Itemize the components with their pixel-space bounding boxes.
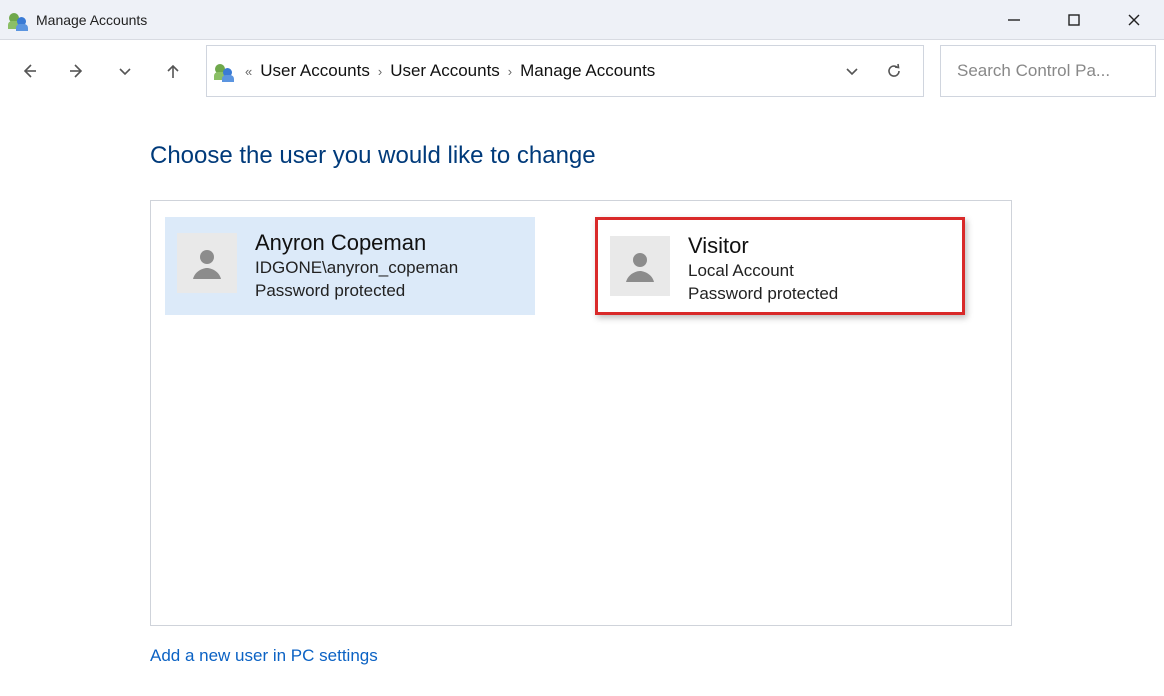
breadcrumb[interactable]: « User Accounts › User Accounts › Manage… xyxy=(206,45,924,97)
breadcrumb-root-chevron[interactable]: « xyxy=(237,64,260,79)
toolbar: « User Accounts › User Accounts › Manage… xyxy=(0,40,1164,102)
maximize-button[interactable] xyxy=(1044,0,1104,40)
account-idline: IDGONE\anyron_copeman xyxy=(255,257,458,280)
add-user-link[interactable]: Add a new user in PC settings xyxy=(150,646,378,666)
breadcrumb-item-0[interactable]: User Accounts xyxy=(260,61,370,81)
window-title: Manage Accounts xyxy=(36,12,147,28)
account-password: Password protected xyxy=(688,283,838,306)
content-area: Choose the user you would like to change… xyxy=(0,102,1164,666)
account-name: Anyron Copeman xyxy=(255,231,458,255)
search-input[interactable] xyxy=(955,60,1164,82)
account-type: Local Account xyxy=(688,260,838,283)
user-avatar-icon xyxy=(177,233,237,293)
account-card[interactable]: Anyron Copeman IDGONE\anyron_copeman Pas… xyxy=(165,217,535,315)
close-button[interactable] xyxy=(1104,0,1164,40)
up-button[interactable] xyxy=(152,50,194,92)
chevron-right-icon: › xyxy=(370,64,390,79)
minimize-button[interactable] xyxy=(984,0,1044,40)
breadcrumb-item-1[interactable]: User Accounts xyxy=(390,61,500,81)
breadcrumb-item-2[interactable]: Manage Accounts xyxy=(520,61,655,81)
recent-dropdown-button[interactable] xyxy=(104,50,146,92)
titlebar: Manage Accounts xyxy=(0,0,1164,40)
app-icon xyxy=(8,11,30,29)
account-card[interactable]: Visitor Local Account Password protected xyxy=(595,217,965,315)
accounts-list: Anyron Copeman IDGONE\anyron_copeman Pas… xyxy=(150,200,1012,626)
account-name: Visitor xyxy=(688,234,838,258)
user-avatar-icon xyxy=(610,236,670,296)
chevron-right-icon: › xyxy=(500,64,520,79)
back-button[interactable] xyxy=(8,50,50,92)
forward-button[interactable] xyxy=(56,50,98,92)
page-title: Choose the user you would like to change xyxy=(150,142,1164,170)
breadcrumb-dropdown-button[interactable] xyxy=(831,50,873,92)
account-text: Anyron Copeman IDGONE\anyron_copeman Pas… xyxy=(255,231,458,303)
refresh-button[interactable] xyxy=(873,50,915,92)
account-password: Password protected xyxy=(255,280,458,303)
account-text: Visitor Local Account Password protected xyxy=(688,234,838,306)
search-box[interactable] xyxy=(940,45,1156,97)
user-accounts-icon xyxy=(213,62,237,80)
